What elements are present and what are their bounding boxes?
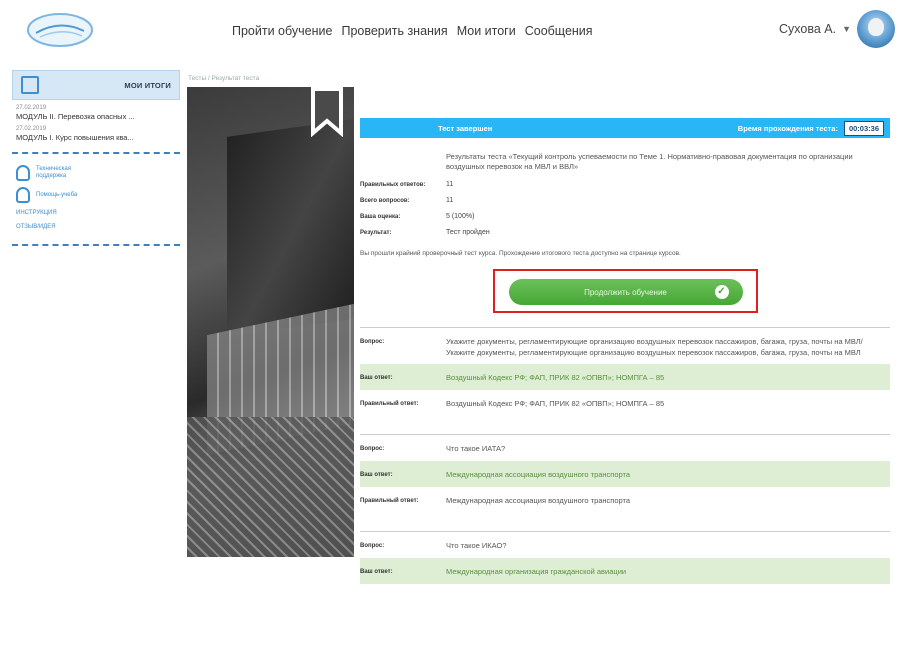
results-icon [21,76,39,94]
result-note: Вы прошли крайний проверочный тест курса… [360,250,681,257]
user-name[interactable]: Сухова А. [779,22,836,36]
time-label: Время прохождения теста: [737,123,838,133]
result-date: 27.02.2019 [16,105,47,111]
banner-status: Тест завершен [438,123,493,133]
question-text: Что такое ИКАО? [446,541,507,550]
nav-test[interactable]: Проверить знания [341,24,447,38]
correct-answer-row: Правильный ответ: Международная ассоциац… [360,487,890,513]
breadcrumb[interactable]: Тесты / Результат теста [188,75,259,82]
stat-label: Результат: [360,229,392,236]
support-link[interactable]: Техническая поддержка [12,162,180,184]
sidebar: МОИ ИТОГИ 27.02.2019 МОДУЛЬ II. Перевозк… [12,70,180,254]
stat-label: Правильных ответов: [360,181,426,188]
question-row: Вопрос: Что такое ИАТА? [360,435,890,461]
header: Пройти обучение Проверить знания Мои ито… [0,0,907,60]
test-results: Тест завершен Время прохождения теста: 0… [360,118,890,584]
stat-row: Правильных ответов: 11 [360,181,890,188]
support-icon [16,165,30,181]
stat-label: Всего вопросов: [360,197,410,204]
feedback-link[interactable]: ОТЗЫВ/ИДЕЯ [12,220,180,234]
result-name[interactable]: МОДУЛЬ II. Перевозка опасных ... [16,112,180,121]
chevron-down-icon[interactable]: ▼ [842,24,851,34]
stat-row: Всего вопросов: 11 [360,197,890,204]
divider [12,244,180,246]
stat-row: Результат: Тест пройден [360,229,890,236]
sidebar-title-bar[interactable]: МОИ ИТОГИ [12,70,180,100]
question-row: Вопрос: Что такое ИКАО? [360,532,890,558]
sidebar-title: МОИ ИТОГИ [124,80,171,90]
bookmark-icon [311,87,343,137]
help-label[interactable]: Помощь-учеба [36,192,86,199]
correct-answer: Международная ассоциация воздушного тран… [446,496,631,505]
logo[interactable] [26,11,94,49]
result-banner: Тест завершен Время прохождения теста: 0… [360,118,890,138]
your-answer: Международная организация гражданской ав… [446,567,627,576]
nav-results[interactable]: Мои итоги [457,24,516,38]
avatar[interactable] [857,10,895,48]
stat-value: 11 [446,197,454,204]
correct-answer-row: Правильный ответ: Воздушный Кодекс РФ; Ф… [360,390,890,416]
stat-value: 11 [446,181,454,188]
highlight-box: Продолжить обучение ✓ [492,269,758,313]
user-menu[interactable]: Сухова А. ▼ [779,10,895,48]
nav-messages[interactable]: Сообщения [525,24,593,38]
your-answer-row: Ваш ответ: Международная организация гра… [360,558,890,584]
sidebar-result-item[interactable]: 27.02.2019 МОДУЛЬ I. Курс повышения ква.… [12,121,180,142]
stat-label: Ваша оценка: [360,213,401,220]
continue-label: Продолжить обучение [584,287,667,297]
your-answer: Воздушный Кодекс РФ; ФАП, ПРИК 82 «ОПВП»… [446,373,665,382]
your-answer-row: Ваш ответ: Международная ассоциация возд… [360,461,890,487]
your-answer: Международная ассоциация воздушного тран… [446,470,631,479]
continue-button[interactable]: Продолжить обучение ✓ [508,279,743,305]
support-label[interactable]: Техническая поддержка [36,166,86,180]
help-icon [16,187,30,203]
result-name[interactable]: МОДУЛЬ I. Курс повышения ква... [16,133,180,142]
nav-learn[interactable]: Пройти обучение [232,24,332,38]
help-link[interactable]: Помощь-учеба [12,184,180,206]
your-answer-row: Ваш ответ: Воздушный Кодекс РФ; ФАП, ПРИ… [360,364,890,390]
divider [12,152,180,154]
questions-list: Вопрос: Укажите документы, регламентирую… [360,327,890,584]
question-row: Вопрос: Укажите документы, регламентирую… [360,328,890,364]
laptop-photo [187,87,354,557]
result-date: 27.02.2019 [16,126,47,132]
instruction-link[interactable]: ИНСТРУКЦИЯ [12,206,180,220]
stat-row: Ваша оценка: 5 (100%) [360,213,890,220]
sidebar-result-item[interactable]: 27.02.2019 МОДУЛЬ II. Перевозка опасных … [12,100,180,121]
question-text: Что такое ИАТА? [446,444,506,453]
main-nav: Пройти обучение Проверить знания Мои ито… [232,24,593,38]
test-description: Результаты теста «Текущий контроль успев… [446,152,853,171]
question-text: Укажите документы, регламентирующие орга… [446,337,863,357]
correct-answer: Воздушный Кодекс РФ; ФАП, ПРИК 82 «ОПВП»… [446,399,665,408]
check-icon: ✓ [714,285,729,299]
stat-value: Тест пройден [446,229,490,236]
time-value: 00:03:36 [843,120,884,136]
stat-value: 5 (100%) [446,213,475,220]
